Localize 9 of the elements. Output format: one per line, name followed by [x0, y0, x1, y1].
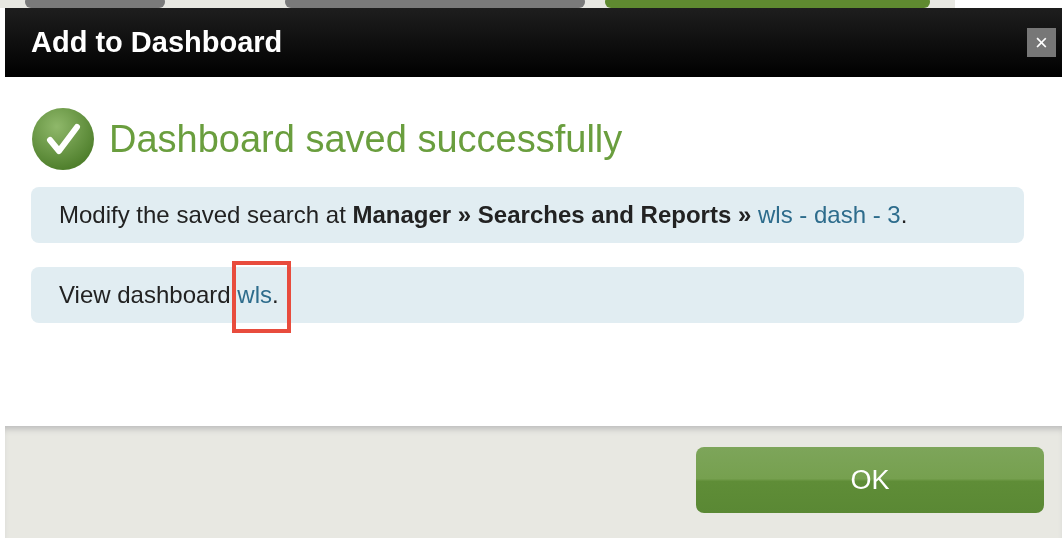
ok-button[interactable]: OK [696, 447, 1044, 513]
dialog-title: Add to Dashboard [31, 26, 283, 59]
notice-text: Modify the saved search at Manager » Searches and Reports » wls - dash - 3. [59, 201, 908, 228]
check-icon [31, 107, 95, 171]
close-button[interactable]: × [1027, 28, 1056, 57]
success-heading: Dashboard saved successfully [109, 117, 623, 161]
notice-text: View dashboard wls. [59, 281, 279, 308]
link[interactable]: wls - dash - 3 [758, 201, 901, 228]
link[interactable]: wls [237, 281, 273, 308]
